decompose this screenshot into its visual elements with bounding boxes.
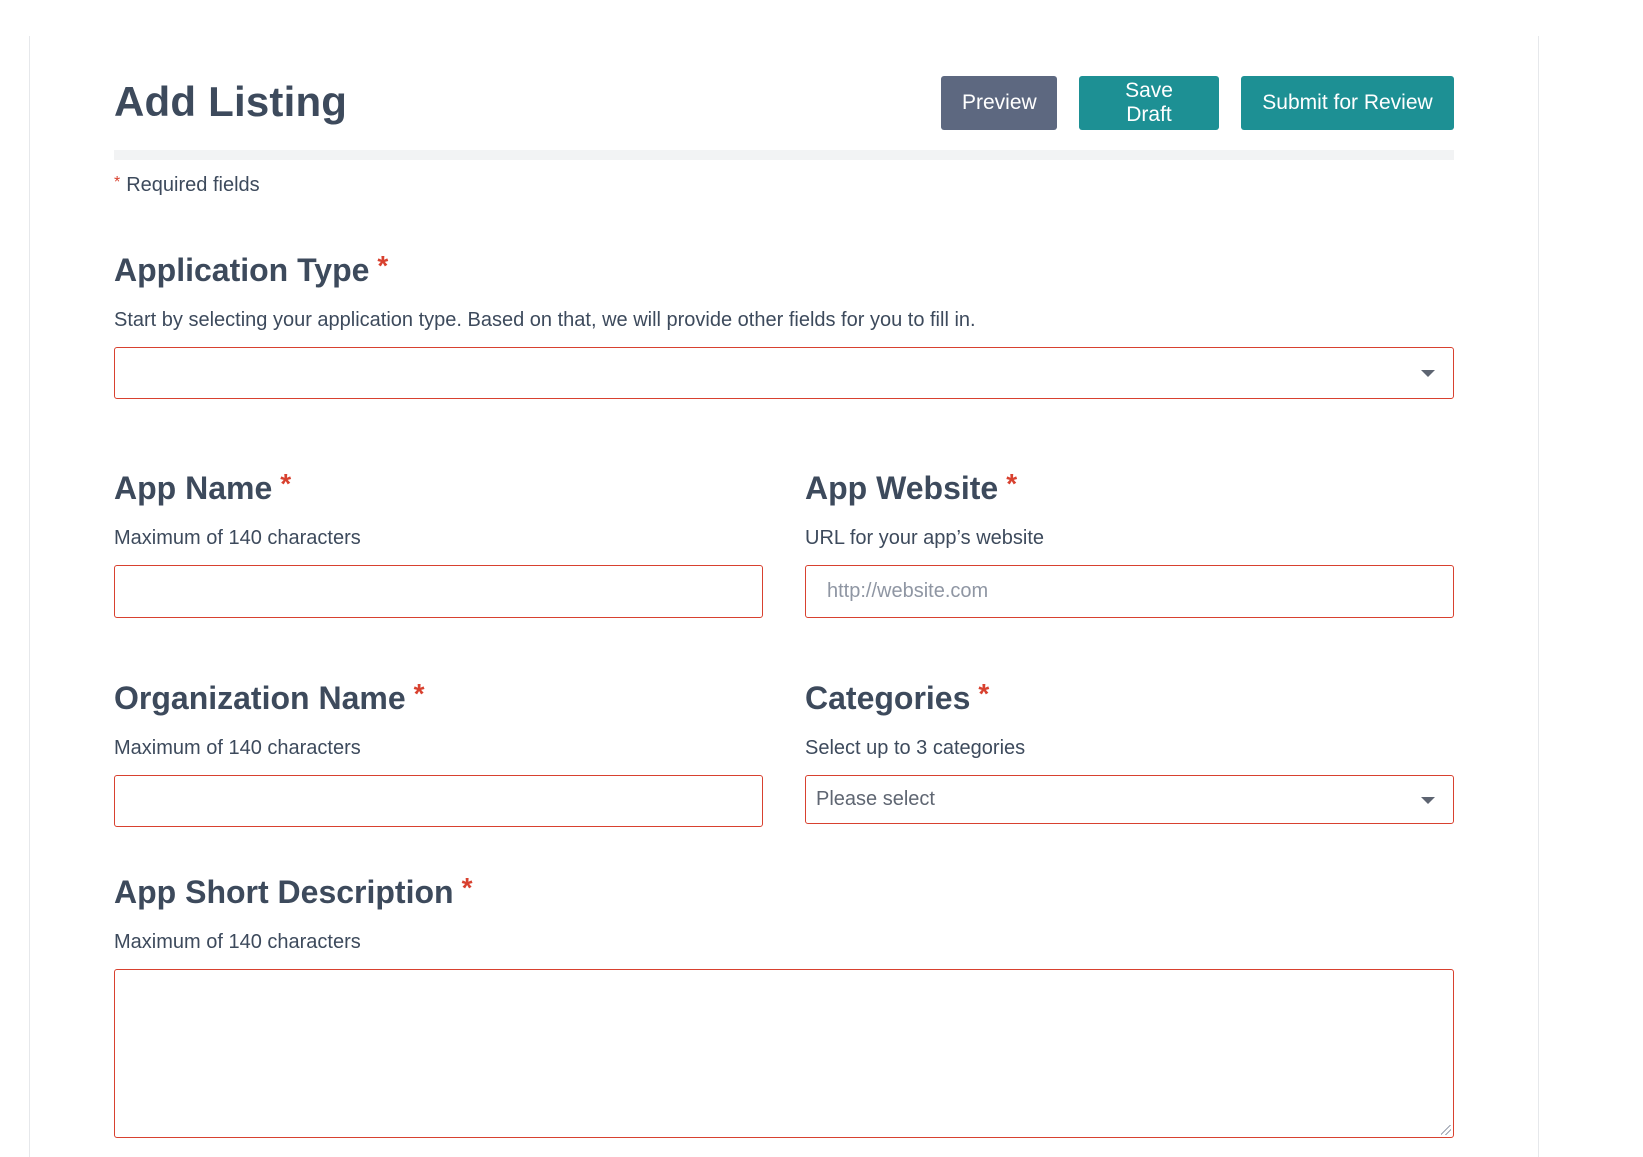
app-name-hint: Maximum of 140 characters [114, 527, 361, 549]
header-actions: Preview Save Draft Submit for Review [941, 76, 1454, 130]
application-type-select[interactable] [114, 347, 1454, 399]
application-type-hint: Start by selecting your application type… [114, 309, 976, 331]
short-description-label: App Short Description * [114, 872, 1454, 911]
app-website-input-box [805, 565, 1454, 618]
required-asterisk: * [978, 678, 990, 709]
organization-name-label: Organization Name * [114, 678, 763, 717]
required-asterisk: * [413, 678, 425, 709]
required-asterisk: * [1006, 468, 1018, 499]
app-name-label: App Name * [114, 468, 763, 507]
app-website-hint: URL for your app’s website [805, 527, 1045, 549]
application-type-label-text: Application Type [114, 252, 370, 288]
organization-name-hint: Maximum of 140 characters [114, 737, 361, 759]
required-asterisk: * [114, 174, 121, 191]
organization-name-label-text: Organization Name [114, 680, 406, 716]
app-website-field: App Website * URL for your app’s website [805, 468, 1454, 618]
required-fields-text: Required fields [126, 174, 260, 196]
organization-name-field: Organization Name * Maximum of 140 charac… [114, 678, 763, 827]
organization-name-input[interactable] [115, 776, 762, 826]
application-type-label: Application Type * [114, 250, 1454, 289]
save-draft-button[interactable]: Save Draft [1079, 76, 1219, 130]
short-description-label-text: App Short Description [114, 874, 454, 910]
categories-label: Categories * [805, 678, 1454, 717]
page-header: Add Listing Preview Save Draft Submit fo… [114, 72, 1454, 130]
preview-button[interactable]: Preview [941, 76, 1057, 130]
add-listing-form: Add Listing Preview Save Draft Submit fo… [114, 0, 1454, 1157]
categories-select[interactable]: Please select [805, 775, 1454, 824]
categories-hint: Select up to 3 categories [805, 737, 1026, 759]
required-asterisk: * [461, 872, 473, 903]
header-divider [114, 150, 1454, 160]
submit-for-review-button[interactable]: Submit for Review [1241, 76, 1454, 130]
categories-label-text: Categories [805, 680, 971, 716]
application-type-field: Application Type * Start by selecting you… [114, 250, 1454, 399]
app-website-input[interactable] [806, 566, 1453, 617]
short-description-textarea[interactable] [114, 969, 1454, 1138]
app-name-label-text: App Name [114, 470, 273, 506]
resize-handle-icon[interactable] [1441, 1125, 1451, 1135]
page-title: Add Listing [114, 78, 348, 125]
short-description-field: App Short Description * Maximum of 140 ch… [114, 872, 1454, 1138]
app-website-label-text: App Website [805, 470, 999, 506]
chevron-down-icon [1421, 370, 1435, 377]
required-asterisk: * [377, 250, 389, 281]
organization-name-input-box [114, 775, 763, 827]
app-website-label: App Website * [805, 468, 1454, 507]
required-asterisk: * [280, 468, 292, 499]
chevron-down-icon [1421, 796, 1435, 804]
app-name-input-box [114, 565, 763, 618]
app-name-input[interactable] [115, 566, 762, 617]
categories-field: Categories * Select up to 3 categories Pl… [805, 678, 1454, 824]
required-fields-note: * Required fields [114, 174, 260, 197]
categories-selected-value: Please select [816, 788, 935, 810]
short-description-hint: Maximum of 140 characters [114, 931, 361, 953]
app-name-field: App Name * Maximum of 140 characters [114, 468, 763, 618]
